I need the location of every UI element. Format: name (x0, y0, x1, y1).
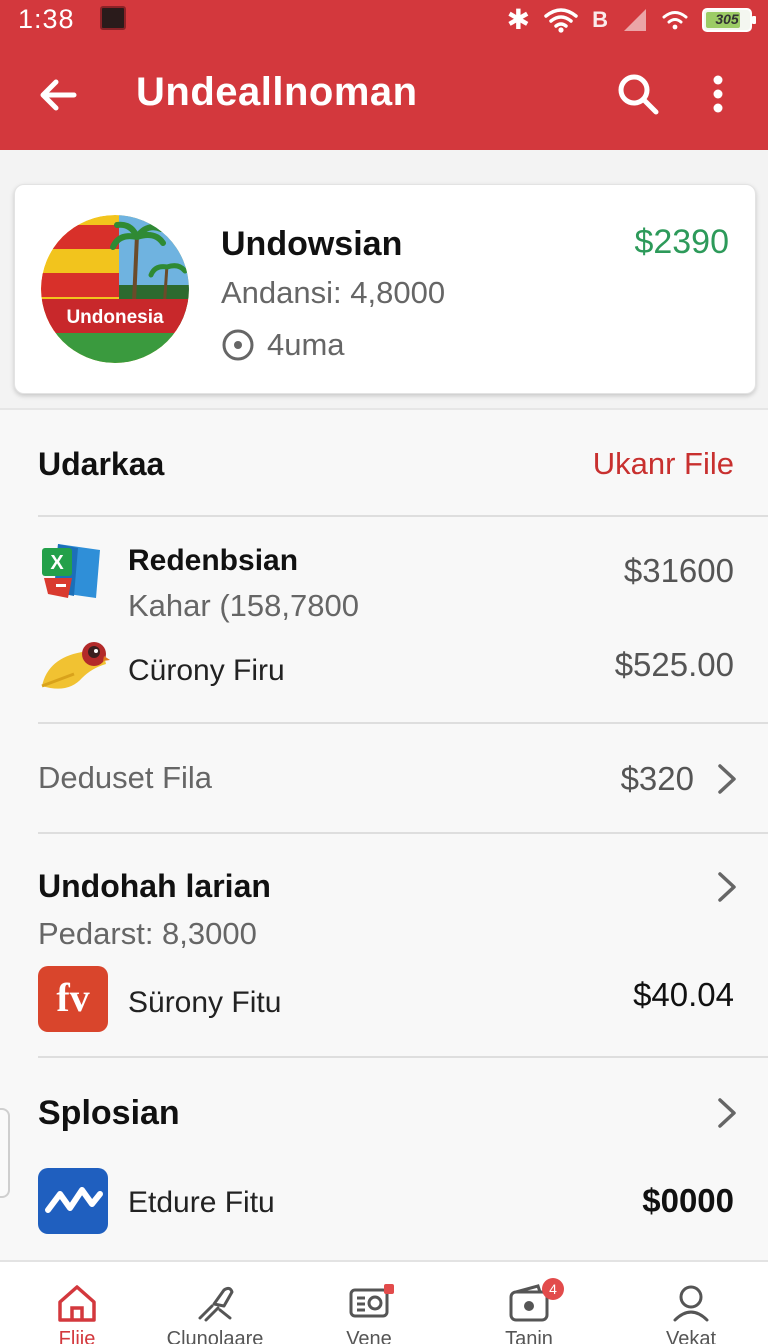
nav-label: Flije (58, 1328, 96, 1344)
row-amount: $320 (620, 760, 694, 797)
chevron-right-icon (718, 764, 736, 794)
page-title: Undeallnoman (136, 70, 418, 114)
search-icon[interactable] (614, 70, 662, 118)
logo-text: Undonesia (66, 307, 164, 328)
item-subtitle: Kahar (158,7800 (128, 588, 359, 623)
chevron-right-icon (718, 872, 736, 902)
item-amount: $525.00 (614, 646, 734, 683)
profile-icon (673, 1285, 709, 1322)
indonesia-logo: Undonesia (41, 215, 189, 363)
nav-item-clunolaare[interactable]: Clunolaare (138, 1262, 292, 1344)
main-list: Udarkaa Ukanr File X Redenbsian Kahar (1… (0, 408, 768, 1260)
more-vert-icon[interactable] (700, 70, 736, 118)
profile-name: Undowsian (221, 225, 403, 263)
svg-text:X: X (50, 552, 64, 574)
tools-icon (198, 1286, 234, 1322)
profile-card[interactable]: Undonesia Undowsian Andansi: 4,8000 4uma… (14, 184, 756, 394)
back-arrow-icon[interactable] (34, 70, 84, 120)
item-amount: $31600 (623, 552, 734, 589)
row-label: Deduset Fila (38, 760, 213, 795)
divider (38, 722, 768, 724)
bird-icon (41, 642, 110, 689)
app-bar: Undeallnoman (0, 44, 768, 144)
bluetooth-icon: ✱ (506, 4, 531, 35)
section-title: Splosian (38, 1094, 180, 1132)
divider (38, 832, 768, 834)
edge-handle[interactable] (0, 1108, 10, 1198)
nav-label: Tanin (505, 1328, 553, 1344)
bottom-nav: Flije Clunolaare Vene 4 Tanin Vekat (0, 1260, 768, 1344)
item-title: Redenbsian (128, 544, 299, 577)
target-icon (222, 329, 254, 361)
status-bar: 1:38 ✱ B 305 (0, 0, 768, 40)
notification-dot (384, 1284, 394, 1294)
divider (38, 515, 768, 517)
divider (38, 1056, 768, 1058)
signal-icon (624, 9, 646, 31)
section-subtitle: Pedarst: 8,3000 (38, 916, 257, 951)
item-title: Etdure Fitu (128, 1186, 275, 1219)
wifi-small-icon (662, 11, 688, 30)
notification-icon (100, 6, 126, 30)
nav-item-flije[interactable]: Flije (0, 1262, 154, 1344)
item-amount: $40.04 (633, 976, 734, 1013)
nav-label: Clunolaare (166, 1328, 264, 1344)
item-title: Cürony Firu (128, 654, 285, 687)
status-time: 1:38 (18, 4, 75, 34)
nav-badge: 4 (542, 1278, 564, 1300)
chevron-right-icon (718, 1098, 736, 1128)
status-icons: ✱ B 305 (506, 4, 756, 36)
battery-icon: 305 (702, 8, 756, 32)
nav-label: Vekat (665, 1328, 717, 1344)
ukanr-file-link[interactable]: Ukanr File (593, 446, 734, 482)
nav-label: Vene (346, 1328, 392, 1344)
wifi-icon (544, 8, 578, 33)
item-amount: $0000 (642, 1182, 734, 1219)
fv-app-icon: fv (38, 966, 108, 1032)
excel-file-icon: X (42, 544, 100, 598)
signal-letter: B (592, 7, 608, 32)
battery-level: 305 (715, 11, 739, 27)
nav-item-vekat[interactable]: Vekat (614, 1262, 768, 1344)
nav-item-vene[interactable]: Vene (292, 1262, 446, 1344)
item-title: Sürony Fitu (128, 986, 282, 1019)
top-bar: 1:38 ✱ B 305 Undeallnoman (0, 0, 768, 150)
nav-item-tanin[interactable]: 4 Tanin (452, 1262, 606, 1344)
profile-price: $2390 (634, 223, 729, 261)
section-title: Undohah larian (38, 868, 271, 904)
profile-meta: 4uma (221, 327, 345, 363)
profile-subtitle: Andansi: 4,8000 (221, 275, 446, 310)
profile-meta-text: 4uma (267, 327, 345, 362)
chart-wave-icon (38, 1168, 108, 1234)
home-icon (58, 1285, 96, 1322)
section-udarkaa-title: Udarkaa (38, 446, 165, 482)
